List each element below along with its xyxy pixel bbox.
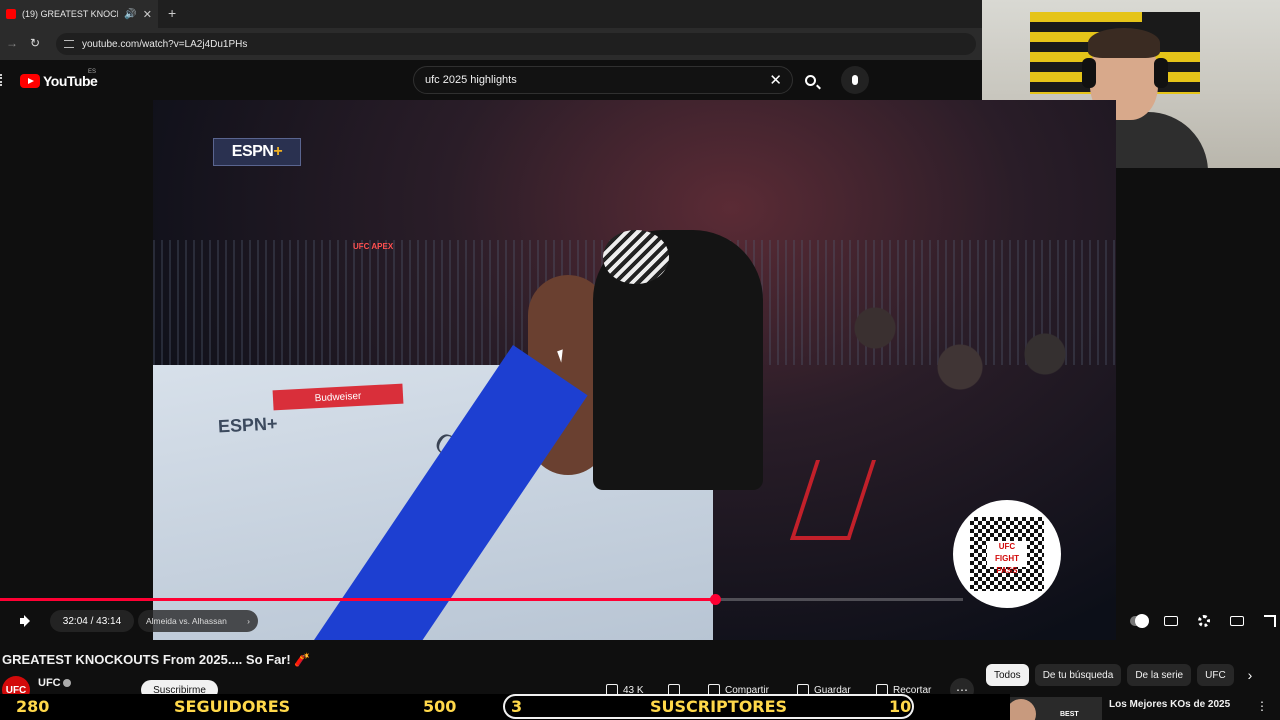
url-text: youtube.com/watch?v=LA2j4Du1PHs bbox=[82, 38, 248, 50]
subs-current: 3 bbox=[511, 697, 523, 716]
autoplay-toggle[interactable] bbox=[1130, 612, 1149, 630]
new-tab-icon[interactable]: + bbox=[168, 5, 176, 21]
followers-label: SEGUIDORES bbox=[174, 697, 291, 716]
chip-ufc[interactable]: UFC bbox=[1197, 664, 1234, 686]
youtube-header: YouTube ES ufc 2025 highlights ✕ bbox=[0, 60, 982, 100]
clear-search-icon[interactable]: ✕ bbox=[769, 71, 782, 89]
channel-name[interactable]: UFC bbox=[38, 677, 61, 689]
followers-goal: 500 bbox=[423, 697, 457, 716]
progress-played bbox=[0, 598, 715, 601]
fullscreen-button[interactable] bbox=[1261, 612, 1279, 630]
browser-tab[interactable]: (19) GREATEST KNOCKOUTS 🔊 ✕ bbox=[0, 0, 158, 28]
chip-from-series[interactable]: De la serie bbox=[1127, 664, 1192, 686]
cage-banner: UFC APEX bbox=[353, 242, 394, 251]
address-bar-row: → ↻ youtube.com/watch?v=LA2j4Du1PHs bbox=[0, 28, 982, 60]
chapter-title: Almeida vs. Alhassan bbox=[146, 616, 227, 626]
time-display: 32:04 / 43:14 bbox=[50, 610, 134, 632]
country-code: ES bbox=[88, 69, 97, 75]
youtube-wordmark: YouTube bbox=[43, 73, 98, 89]
settings-button[interactable] bbox=[1195, 612, 1213, 630]
volume-icon[interactable] bbox=[20, 612, 34, 630]
chip-from-search[interactable]: De tu búsqueda bbox=[1034, 664, 1122, 686]
reload-icon[interactable]: ↻ bbox=[30, 36, 40, 50]
espn-plus-logo: ESPN + bbox=[213, 138, 301, 166]
gear-icon bbox=[1198, 615, 1210, 627]
site-settings-icon[interactable] bbox=[64, 40, 74, 48]
chip-all[interactable]: Todos bbox=[986, 664, 1029, 686]
more-vert-icon[interactable]: ⋮ bbox=[1256, 699, 1268, 713]
thumbnail-face bbox=[1006, 699, 1036, 720]
video-title: GREATEST KNOCKOUTS From 2025.... So Far!… bbox=[2, 652, 311, 667]
forward-arrow-icon[interactable]: → bbox=[6, 36, 18, 50]
menu-icon[interactable] bbox=[0, 74, 4, 86]
microphone-icon bbox=[852, 75, 858, 85]
youtube-logo[interactable]: YouTube ES bbox=[20, 69, 98, 89]
search-button[interactable] bbox=[795, 66, 825, 94]
browser-tab-bar: (19) GREATEST KNOCKOUTS 🔊 ✕ + bbox=[0, 0, 982, 28]
close-tab-icon[interactable]: ✕ bbox=[143, 8, 152, 21]
scrubber-handle[interactable] bbox=[710, 594, 721, 605]
subtitles-button[interactable] bbox=[1162, 612, 1180, 630]
search-query: ufc 2025 highlights bbox=[425, 74, 517, 86]
qr-logo-text: UFC FIGHT PASS bbox=[987, 541, 1027, 575]
video-player[interactable]: Budweiser ESPN+ Cuervo UFC APEX ESPN+ UF… bbox=[153, 100, 1116, 640]
subtitles-icon bbox=[1164, 616, 1178, 626]
speaker-icon[interactable]: 🔊 bbox=[124, 9, 136, 20]
subs-label: SUSCRIPTORES bbox=[650, 697, 788, 716]
chapter-button[interactable]: Almeida vs. Alhassan › bbox=[138, 610, 258, 632]
search-input[interactable]: ufc 2025 highlights ✕ bbox=[413, 66, 793, 94]
qr-pattern: UFC FIGHT PASS bbox=[970, 517, 1044, 591]
chevron-right-icon: › bbox=[247, 616, 250, 626]
progress-bar[interactable] bbox=[0, 594, 963, 605]
chevron-right-icon[interactable]: › bbox=[1240, 664, 1260, 686]
streamer-hair bbox=[1088, 28, 1160, 58]
espn-text: ESPN bbox=[231, 143, 274, 160]
url-field[interactable]: youtube.com/watch?v=LA2j4Du1PHs bbox=[56, 33, 976, 55]
subs-goal: 10 bbox=[889, 697, 912, 716]
voice-search-button[interactable] bbox=[841, 66, 869, 94]
youtube-favicon-icon bbox=[6, 9, 16, 19]
headphone-icon bbox=[1154, 58, 1168, 88]
miniplayer-icon bbox=[1230, 616, 1244, 626]
recommendation-title[interactable]: Los Mejores KOs de 2025 bbox=[1109, 699, 1230, 710]
search-icon bbox=[804, 74, 816, 86]
headphone-icon bbox=[1082, 58, 1096, 88]
mat-logo: ESPN+ bbox=[217, 413, 278, 437]
plus-icon: + bbox=[273, 143, 283, 160]
followers-current: 280 bbox=[16, 697, 50, 716]
coach-head bbox=[603, 230, 669, 284]
filter-chips: Todos De tu búsqueda De la serie UFC bbox=[986, 663, 1240, 687]
screen: (19) GREATEST KNOCKOUTS 🔊 ✕ + → ↻ youtub… bbox=[0, 0, 1280, 720]
verified-icon bbox=[63, 679, 71, 687]
tab-title: (19) GREATEST KNOCKOUTS bbox=[22, 9, 118, 19]
qr-code: UFC FIGHT PASS bbox=[953, 500, 1061, 608]
autoplay-icon bbox=[1130, 614, 1149, 628]
miniplayer-button[interactable] bbox=[1228, 612, 1246, 630]
thumbnail-badge: BEST bbox=[1060, 711, 1079, 718]
expand-icon bbox=[1264, 615, 1276, 627]
youtube-play-icon bbox=[20, 74, 40, 88]
